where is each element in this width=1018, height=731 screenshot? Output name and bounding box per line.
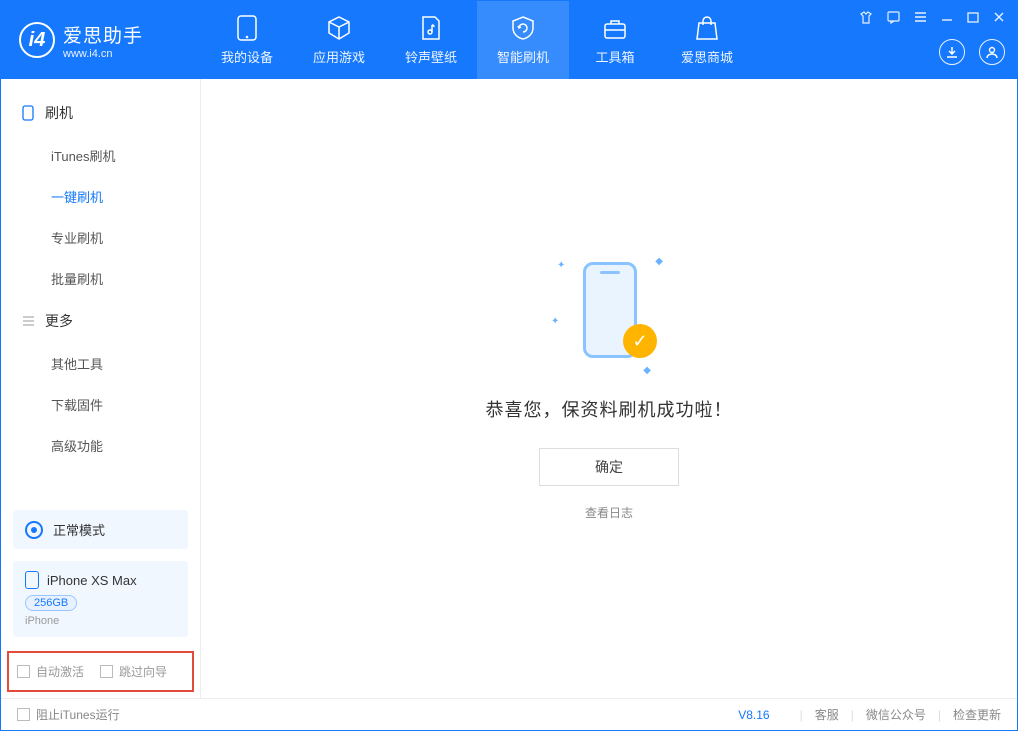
device-icon <box>234 15 260 41</box>
tab-apps-games[interactable]: 应用游戏 <box>293 1 385 79</box>
sidebar-item-oneclick-flash[interactable]: 一键刷机 <box>1 176 200 217</box>
version-label: V8.16 <box>738 708 769 722</box>
toolbox-icon <box>602 15 628 41</box>
tab-label: 应用游戏 <box>313 47 365 66</box>
minimize-icon[interactable] <box>941 11 953 24</box>
tab-smart-flash[interactable]: 智能刷机 <box>477 1 569 79</box>
logo-icon: i4 <box>19 22 55 58</box>
bag-icon <box>694 15 720 41</box>
sidebar-item-download-firmware[interactable]: 下载固件 <box>1 384 200 425</box>
device-name: iPhone XS Max <box>47 573 137 588</box>
app-name-cn: 爱思助手 <box>63 21 143 48</box>
nav-tabs: 我的设备 应用游戏 铃声壁纸 智能刷机 工具箱 爱思商城 <box>201 1 753 79</box>
tab-store[interactable]: 爱思商城 <box>661 1 753 79</box>
success-illustration: ✦✦◆◆ ✓ <box>549 256 669 376</box>
close-icon[interactable] <box>993 11 1005 24</box>
checkbox-icon <box>17 708 30 721</box>
tab-label: 爱思商城 <box>681 47 733 66</box>
checkbox-block-itunes[interactable]: 阻止iTunes运行 <box>17 706 120 723</box>
ok-button[interactable]: 确定 <box>539 448 679 486</box>
logo: i4 爱思助手 www.i4.cn <box>1 21 201 60</box>
device-mode-card[interactable]: 正常模式 <box>13 510 188 549</box>
link-check-update[interactable]: 检查更新 <box>953 706 1001 723</box>
view-log-link[interactable]: 查看日志 <box>585 504 633 521</box>
sidebar-group-flash: 刷机 <box>1 91 200 135</box>
footer: 阻止iTunes运行 V8.16 | 客服 | 微信公众号 | 检查更新 <box>1 698 1017 730</box>
window-controls <box>859 1 1005 24</box>
sidebar-group-more: 更多 <box>1 299 200 343</box>
check-badge-icon: ✓ <box>623 324 657 358</box>
app-header: i4 爱思助手 www.i4.cn 我的设备 应用游戏 铃声壁纸 智能刷机 工具… <box>1 1 1017 79</box>
shield-refresh-icon <box>510 15 536 41</box>
user-icon[interactable] <box>979 39 1005 65</box>
highlighted-options: 自动激活 跳过向导 <box>7 651 194 692</box>
checkbox-label: 阻止iTunes运行 <box>36 706 120 723</box>
device-type: iPhone <box>25 615 176 627</box>
tab-ringtones-wallpapers[interactable]: 铃声壁纸 <box>385 1 477 79</box>
shirt-icon[interactable] <box>859 11 873 24</box>
mode-status-icon <box>25 521 43 539</box>
checkbox-icon <box>17 665 30 678</box>
music-file-icon <box>418 15 444 41</box>
checkbox-label: 跳过向导 <box>119 663 167 680</box>
phone-icon <box>25 571 39 589</box>
sidebar: 刷机 iTunes刷机 一键刷机 专业刷机 批量刷机 更多 其他工具 下载固件 … <box>1 79 201 698</box>
sidebar-item-other-tools[interactable]: 其他工具 <box>1 343 200 384</box>
group-title: 刷机 <box>45 103 73 123</box>
tab-label: 铃声壁纸 <box>405 47 457 66</box>
app-name-en: www.i4.cn <box>63 48 143 60</box>
link-customer-service[interactable]: 客服 <box>815 706 839 723</box>
group-title: 更多 <box>45 311 73 331</box>
success-message: 恭喜您，保资料刷机成功啦！ <box>486 396 733 422</box>
device-card[interactable]: iPhone XS Max 256GB iPhone <box>13 561 188 637</box>
sidebar-item-pro-flash[interactable]: 专业刷机 <box>1 217 200 258</box>
checkbox-auto-activate[interactable]: 自动激活 <box>17 663 84 680</box>
device-capacity: 256GB <box>25 595 77 611</box>
tab-label: 我的设备 <box>221 47 273 66</box>
sidebar-item-itunes-flash[interactable]: iTunes刷机 <box>1 135 200 176</box>
tab-label: 工具箱 <box>595 47 634 66</box>
checkbox-skip-guide[interactable]: 跳过向导 <box>100 663 167 680</box>
main-content: ✦✦◆◆ ✓ 恭喜您，保资料刷机成功啦！ 确定 查看日志 <box>201 79 1017 698</box>
cube-icon <box>326 15 352 41</box>
list-icon <box>21 314 35 328</box>
tab-toolbox[interactable]: 工具箱 <box>569 1 661 79</box>
download-icon[interactable] <box>939 39 965 65</box>
link-wechat[interactable]: 微信公众号 <box>866 706 926 723</box>
maximize-icon[interactable] <box>967 11 979 24</box>
tab-my-device[interactable]: 我的设备 <box>201 1 293 79</box>
feedback-icon[interactable] <box>887 11 900 24</box>
checkbox-label: 自动激活 <box>36 663 84 680</box>
mode-label: 正常模式 <box>53 520 105 539</box>
phone-icon <box>21 106 35 120</box>
checkbox-icon <box>100 665 113 678</box>
menu-icon[interactable] <box>914 11 927 24</box>
sidebar-item-advanced[interactable]: 高级功能 <box>1 425 200 466</box>
tab-label: 智能刷机 <box>497 47 549 66</box>
sidebar-item-batch-flash[interactable]: 批量刷机 <box>1 258 200 299</box>
